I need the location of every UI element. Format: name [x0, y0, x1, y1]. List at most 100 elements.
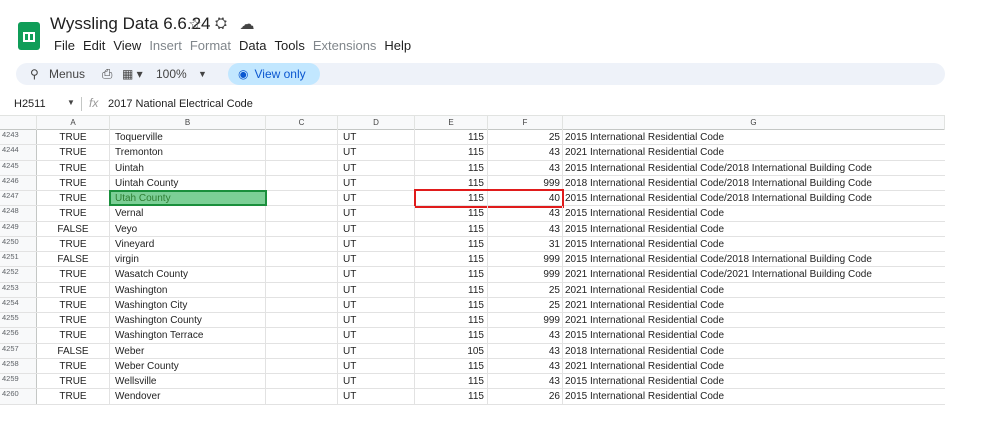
cell-a[interactable]: TRUE — [37, 389, 110, 404]
row-number[interactable]: 4250 — [0, 236, 37, 251]
zoom-select[interactable]: 100% — [156, 63, 187, 85]
cell-e[interactable]: 115 — [415, 328, 488, 343]
column-header-d[interactable]: D — [338, 116, 415, 130]
cell-a[interactable]: TRUE — [37, 206, 110, 221]
cell-g[interactable]: 2021 International Residential Code/2021… — [563, 267, 945, 281]
cell-b[interactable]: Uintah — [110, 160, 266, 175]
search-icon[interactable]: ⚲ — [30, 63, 42, 85]
star-icon[interactable]: ☆ — [187, 15, 203, 33]
row-number[interactable]: 4254 — [0, 297, 37, 312]
cell-c[interactable] — [266, 267, 338, 282]
cell-g[interactable]: 2021 International Residential Code — [563, 283, 945, 297]
cell-a[interactable]: TRUE — [37, 191, 110, 206]
cell-d[interactable]: UT — [338, 145, 415, 160]
column-header-f[interactable]: F — [488, 116, 563, 130]
cell-d[interactable]: UT — [338, 343, 415, 358]
search-menus-button[interactable]: Menus — [49, 63, 85, 85]
cell-b[interactable]: Wendover — [110, 389, 266, 404]
row-number[interactable]: 4258 — [0, 358, 37, 373]
cell-d[interactable]: UT — [338, 160, 415, 175]
cell-d[interactable]: UT — [338, 389, 415, 404]
cell-e[interactable]: 115 — [415, 389, 488, 404]
cell-c[interactable] — [266, 252, 338, 267]
menu-tools[interactable]: Tools — [270, 38, 308, 53]
cell-b[interactable]: Washington County — [110, 313, 266, 328]
cell-a[interactable]: TRUE — [37, 236, 110, 251]
move-to-drive-icon[interactable]: ⛭ — [213, 15, 229, 33]
cell-f[interactable]: 43 — [488, 221, 563, 236]
cell-g[interactable]: 2021 International Residential Code — [563, 298, 945, 312]
cell-e[interactable]: 115 — [415, 175, 488, 190]
cell-f[interactable]: 43 — [488, 328, 563, 343]
column-header-a[interactable]: A — [37, 116, 110, 130]
cell-e[interactable]: 115 — [415, 236, 488, 251]
cell-g[interactable]: 2015 International Residential Code/2018… — [563, 161, 945, 175]
cell-e[interactable]: 115 — [415, 221, 488, 236]
cell-a[interactable]: TRUE — [37, 282, 110, 297]
cell-c[interactable] — [266, 191, 338, 206]
menu-help[interactable]: Help — [380, 38, 415, 53]
cell-f[interactable]: 999 — [488, 313, 563, 328]
chevron-down-icon[interactable]: ▼ — [198, 63, 207, 85]
cell-e[interactable]: 115 — [415, 160, 488, 175]
cell-e[interactable]: 115 — [415, 191, 488, 206]
cell-c[interactable] — [266, 145, 338, 160]
cell-a[interactable]: TRUE — [37, 313, 110, 328]
cell-b[interactable]: Uintah County — [110, 175, 266, 190]
cell-g[interactable]: 2015 International Residential Code — [563, 222, 945, 236]
menu-extensions[interactable]: Extensions — [309, 38, 381, 53]
cell-c[interactable] — [266, 358, 338, 373]
menu-view[interactable]: View — [109, 38, 145, 53]
cell-d[interactable]: UT — [338, 374, 415, 389]
cell-c[interactable] — [266, 282, 338, 297]
row-number[interactable]: 4243 — [0, 130, 37, 145]
cell-d[interactable]: UT — [338, 206, 415, 221]
cell-b[interactable]: Vineyard — [110, 236, 266, 251]
row-number[interactable]: 4253 — [0, 282, 37, 297]
row-number[interactable]: 4246 — [0, 175, 37, 190]
cell-f[interactable]: 43 — [488, 160, 563, 175]
column-header-c[interactable]: C — [266, 116, 338, 130]
cell-b[interactable]: Veyo — [110, 221, 266, 236]
name-box[interactable]: H2511 — [14, 98, 46, 110]
row-number[interactable]: 4251 — [0, 252, 37, 267]
cell-g[interactable]: 2015 International Residential Code — [563, 237, 945, 251]
cell-c[interactable] — [266, 221, 338, 236]
cell-f[interactable]: 31 — [488, 236, 563, 251]
sheets-logo-icon[interactable] — [18, 22, 40, 50]
cell-c[interactable] — [266, 175, 338, 190]
cell-f[interactable]: 43 — [488, 358, 563, 373]
cell-d[interactable]: UT — [338, 297, 415, 312]
cloud-status-icon[interactable]: ☁ — [239, 15, 255, 33]
menu-file[interactable]: File — [50, 38, 79, 53]
cell-a[interactable]: FALSE — [37, 343, 110, 358]
cell-a[interactable]: TRUE — [37, 145, 110, 160]
cell-g[interactable]: 2018 International Residential Code — [563, 344, 945, 358]
cell-d[interactable]: UT — [338, 358, 415, 373]
cell-e[interactable]: 115 — [415, 374, 488, 389]
cell-e[interactable]: 115 — [415, 206, 488, 221]
cell-e[interactable]: 115 — [415, 130, 488, 145]
cell-f[interactable]: 43 — [488, 374, 563, 389]
cell-a[interactable]: TRUE — [37, 328, 110, 343]
cell-b[interactable]: virgin — [110, 252, 266, 267]
cell-c[interactable] — [266, 160, 338, 175]
cell-d[interactable]: UT — [338, 252, 415, 267]
cell-g[interactable]: 2015 International Residential Code/2018… — [563, 252, 945, 266]
cell-d[interactable]: UT — [338, 175, 415, 190]
column-header-g[interactable]: G — [563, 116, 945, 130]
formula-input[interactable]: 2017 National Electrical Code — [108, 98, 253, 110]
cell-f[interactable]: 43 — [488, 206, 563, 221]
cell-c[interactable] — [266, 389, 338, 404]
cell-f[interactable]: 43 — [488, 145, 563, 160]
cell-e[interactable]: 115 — [415, 297, 488, 312]
row-number[interactable]: 4260 — [0, 389, 37, 404]
cell-f[interactable]: 25 — [488, 130, 563, 145]
row-number[interactable]: 4252 — [0, 267, 37, 282]
cell-g[interactable]: 2021 International Residential Code — [563, 145, 945, 159]
cell-e[interactable]: 115 — [415, 313, 488, 328]
cell-g[interactable]: 2021 International Residential Code — [563, 313, 945, 327]
cell-f[interactable]: 26 — [488, 389, 563, 404]
cell-a[interactable]: TRUE — [37, 374, 110, 389]
cell-d[interactable]: UT — [338, 313, 415, 328]
